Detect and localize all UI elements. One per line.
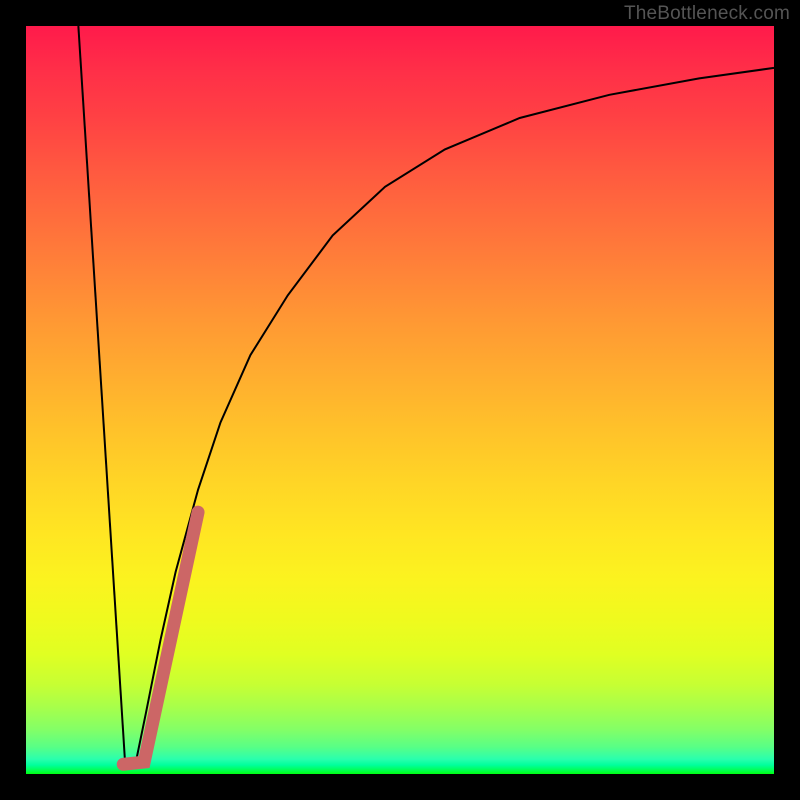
plot-area	[26, 26, 774, 774]
chart-container: TheBottleneck.com	[0, 0, 800, 800]
watermark-text: TheBottleneck.com	[624, 3, 790, 25]
series-right-curve	[134, 68, 774, 769]
chart-curves	[26, 26, 774, 774]
series-left-descent	[78, 26, 125, 769]
